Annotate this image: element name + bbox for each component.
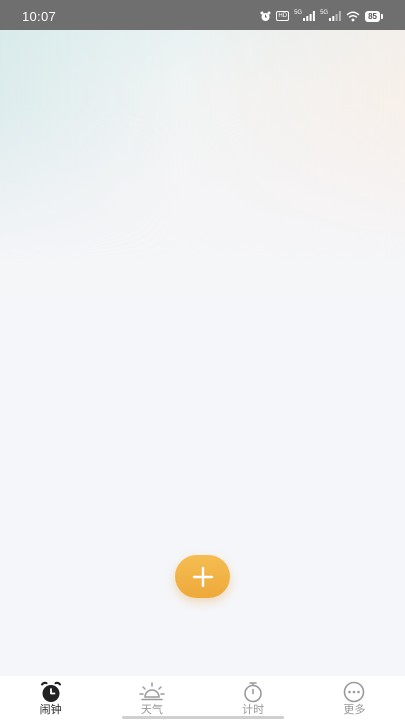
- home-indicator[interactable]: [122, 716, 284, 719]
- alarm-clock-icon: [38, 681, 64, 703]
- tab-label: 天气: [140, 703, 163, 716]
- plus-icon: [192, 566, 213, 587]
- hd-icon: HD: [276, 11, 290, 21]
- sun-icon: [139, 681, 165, 703]
- status-time: 10:07: [22, 9, 57, 24]
- battery-level: 85: [365, 10, 380, 22]
- signal-icon: 5G: [294, 10, 315, 21]
- battery-icon: 85: [365, 10, 383, 22]
- more-dots-icon: [341, 681, 367, 703]
- alarm-app-screen: 10:07 HD 5G 5G 85 闹钟 天气 计时 更多: [0, 0, 405, 720]
- wifi-icon: [346, 11, 360, 22]
- tab-alarm[interactable]: 闹钟: [0, 676, 101, 720]
- tab-label: 更多: [343, 703, 366, 716]
- tab-more[interactable]: 更多: [304, 676, 405, 720]
- status-bar: 10:07 HD 5G 5G 85: [0, 0, 405, 30]
- tab-weather[interactable]: 天气: [101, 676, 202, 720]
- tab-label: 计时: [242, 703, 265, 716]
- network-type-label: 5G: [320, 10, 329, 16]
- stopwatch-icon: [240, 681, 266, 703]
- signal-icon: 5G: [320, 10, 341, 21]
- add-alarm-button[interactable]: [175, 555, 230, 598]
- bottom-tab-bar: 闹钟 天气 计时 更多: [0, 676, 405, 720]
- alarm-status-icon: [260, 11, 271, 22]
- network-type-label: 5G: [294, 10, 303, 16]
- tab-label: 闹钟: [39, 703, 62, 716]
- tab-timer[interactable]: 计时: [203, 676, 304, 720]
- status-icons: HD 5G 5G 85: [260, 9, 383, 23]
